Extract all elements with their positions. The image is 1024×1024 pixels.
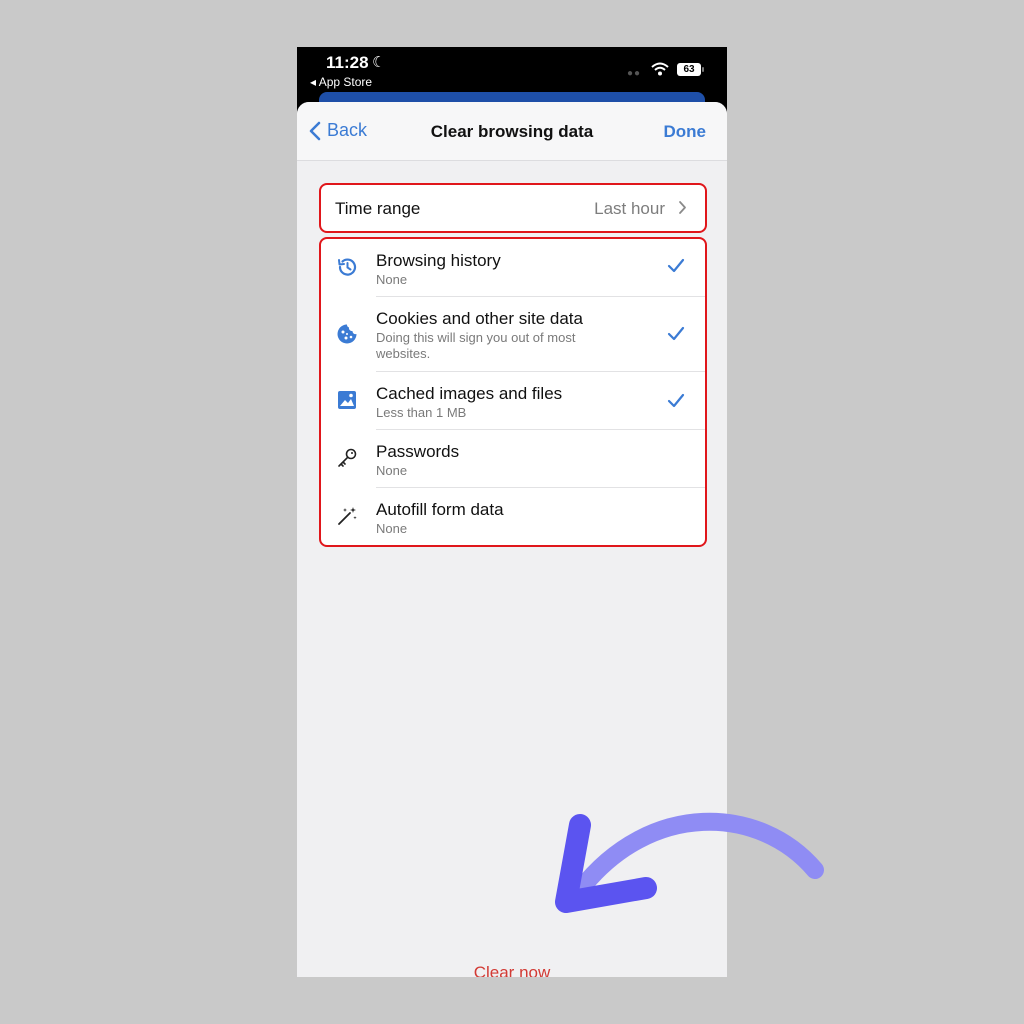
curved-arrow-annotation bbox=[555, 812, 824, 913]
